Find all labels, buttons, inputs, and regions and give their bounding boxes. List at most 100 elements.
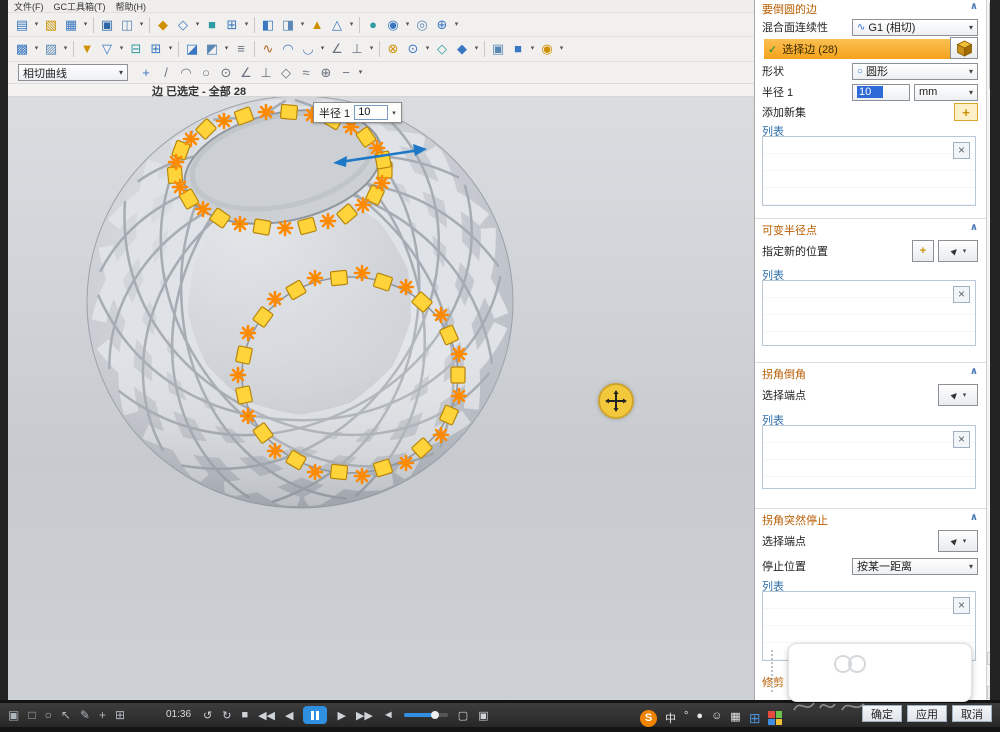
select-edge-active[interactable]: ✓ 选择边 (28) xyxy=(764,39,954,59)
toolbar-button[interactable]: ▾ xyxy=(242,15,251,35)
endpoint-select-button[interactable]: ► ▾ xyxy=(938,384,978,406)
model-canvas[interactable] xyxy=(8,97,754,700)
snap-toolbar-button[interactable]: ▾ xyxy=(356,63,365,83)
toolbar-button[interactable]: ◇ xyxy=(173,15,193,35)
previous-icon[interactable]: ◀◀ xyxy=(258,709,275,722)
toolbar-button[interactable]: ∠ xyxy=(327,39,347,59)
snap-toolbar-button[interactable]: ⊥ xyxy=(256,63,276,83)
continuity-dropdown[interactable]: ∿ G1 (相切) ▾ xyxy=(852,19,978,36)
ime-icon[interactable]: ° xyxy=(684,710,688,726)
toolbar-button[interactable] xyxy=(73,41,74,57)
point-select-button[interactable]: ► ▾ xyxy=(938,240,978,262)
radius-unit-dropdown[interactable]: mm ▾ xyxy=(914,84,978,101)
toolbar-button[interactable]: ▾ xyxy=(298,15,307,35)
collapse-chevron-icon[interactable]: ∧ xyxy=(970,222,978,233)
toolbar-button[interactable]: ⊞ xyxy=(222,15,242,35)
endpoint-select-button[interactable]: ► ▾ xyxy=(938,530,978,552)
next-icon[interactable]: ▶▶ xyxy=(356,709,373,722)
ime-icon[interactable]: ☺ xyxy=(711,710,722,726)
toolbar-button[interactable]: ⊥ xyxy=(347,39,367,59)
sogou-logo-icon[interactable]: S xyxy=(640,710,657,727)
monitor-icon[interactable]: ▣ xyxy=(8,708,19,722)
toolbar-button[interactable]: ▾ xyxy=(452,15,461,35)
toolbar-button[interactable]: ◉ xyxy=(383,15,403,35)
toolbar-button[interactable] xyxy=(254,41,255,57)
cancel-button[interactable]: 取消 xyxy=(952,705,992,722)
toolbar-button[interactable]: ▾ xyxy=(528,39,537,59)
annotation-tool-icon[interactable]: ○ xyxy=(45,708,52,722)
forward-icon[interactable]: ▶ xyxy=(337,709,345,722)
rewind-icon[interactable]: ◀ xyxy=(285,709,293,722)
toolbar-button[interactable]: △ xyxy=(327,15,347,35)
toolbar-button[interactable]: ⊙ xyxy=(403,39,423,59)
toolbar-button[interactable]: ◫ xyxy=(117,15,137,35)
collapse-chevron-icon[interactable]: ∧ xyxy=(970,1,978,12)
menu-item[interactable]: 文件(F) xyxy=(14,0,44,13)
annotation-tool-icon[interactable]: ⊞ xyxy=(115,708,125,722)
toolbar-button[interactable]: ∿ xyxy=(258,39,278,59)
toolbar-button[interactable]: ≡ xyxy=(231,39,251,59)
toolbar-button[interactable]: ◆ xyxy=(153,15,173,35)
toolbar-button[interactable]: ▾ xyxy=(222,39,231,59)
variable-radius-list[interactable]: × xyxy=(762,280,976,346)
pause-button[interactable] xyxy=(303,706,327,724)
toolbar-button[interactable]: ■ xyxy=(202,15,222,35)
toolbar-button[interactable] xyxy=(149,17,150,33)
annotation-tool-icon[interactable]: □ xyxy=(28,708,35,722)
toolbar-button[interactable]: ▾ xyxy=(32,39,41,59)
onscreen-radius-input[interactable]: 10 xyxy=(354,105,388,120)
toolbar-button[interactable]: ◡ xyxy=(298,39,318,59)
add-new-set-row[interactable]: 添加新集 + xyxy=(762,103,978,121)
toolbar-button[interactable]: ◆ xyxy=(452,39,472,59)
collapse-chevron-icon[interactable]: ∧ xyxy=(970,366,978,377)
snap-toolbar-button[interactable]: ◇ xyxy=(276,63,296,83)
toolbar-button[interactable]: ▾ xyxy=(166,39,175,59)
toolbar-button[interactable]: ▾ xyxy=(557,39,566,59)
toolbar-button[interactable]: ⊕ xyxy=(432,15,452,35)
toolbar-button[interactable]: ◨ xyxy=(278,15,298,35)
point-constructor-button[interactable]: + xyxy=(912,240,934,262)
toolbar-button[interactable]: ◇ xyxy=(432,39,452,59)
snap-toolbar-button[interactable]: ○ xyxy=(196,63,216,83)
stop-icon[interactable]: ■ xyxy=(241,709,248,721)
fullscreen-icon[interactable]: ▣ xyxy=(478,709,488,722)
edge-filter-button[interactable] xyxy=(950,37,978,59)
snap-toolbar-button[interactable]: ∠ xyxy=(236,63,256,83)
snap-toolbar-button[interactable]: ≈ xyxy=(296,63,316,83)
toolbar-button[interactable]: ▾ xyxy=(137,15,146,35)
curve-rule-combo[interactable]: 相切曲线 ▾ xyxy=(18,64,128,81)
toolbar-button[interactable]: ▲ xyxy=(307,15,327,35)
redo-icon[interactable]: ↻ xyxy=(222,709,231,722)
toolbar-button[interactable] xyxy=(178,41,179,57)
toolbar-button[interactable] xyxy=(93,17,94,33)
panel-icon[interactable]: ▢ xyxy=(458,709,468,722)
toolbar-button[interactable]: ▨ xyxy=(41,39,61,59)
graphics-viewport[interactable]: 半径 1 10 ▾ xyxy=(8,97,754,700)
toolbar-button[interactable] xyxy=(379,41,380,57)
toolbar-button[interactable]: ▾ xyxy=(193,15,202,35)
remove-button[interactable]: × xyxy=(953,597,970,614)
toolbar-button[interactable]: ◉ xyxy=(537,39,557,59)
annotation-tool-icon[interactable]: + xyxy=(99,708,106,722)
ime-icon[interactable]: ● xyxy=(696,710,703,726)
toolbar-button[interactable]: ● xyxy=(363,15,383,35)
remove-button[interactable]: × xyxy=(953,431,970,448)
menu-item[interactable]: GC工具箱(T) xyxy=(54,0,106,13)
snap-toolbar-button[interactable]: ⊙ xyxy=(216,63,236,83)
toolbar-button[interactable]: ⊟ xyxy=(126,39,146,59)
undo-icon[interactable]: ↺ xyxy=(203,709,212,722)
toolbar-button[interactable]: ▦ xyxy=(61,15,81,35)
toolbar-button[interactable]: ▾ xyxy=(81,15,90,35)
toolbar-button[interactable]: ◎ xyxy=(412,15,432,35)
radius-input[interactable]: 10 xyxy=(852,84,910,101)
toolbar-button[interactable]: ▣ xyxy=(488,39,508,59)
toolbar-button[interactable]: ▤ xyxy=(12,15,32,35)
apply-button[interactable]: 应用 xyxy=(907,705,947,722)
toolbar-button[interactable]: ◩ xyxy=(202,39,222,59)
ok-button[interactable]: 确定 xyxy=(862,705,902,722)
shape-dropdown[interactable]: ○ 圆形 ▾ xyxy=(852,63,978,80)
toolbar-button[interactable] xyxy=(254,17,255,33)
toolbar-button[interactable]: ◪ xyxy=(182,39,202,59)
toolbar-button[interactable]: ◠ xyxy=(278,39,298,59)
remove-button[interactable]: × xyxy=(953,286,970,303)
